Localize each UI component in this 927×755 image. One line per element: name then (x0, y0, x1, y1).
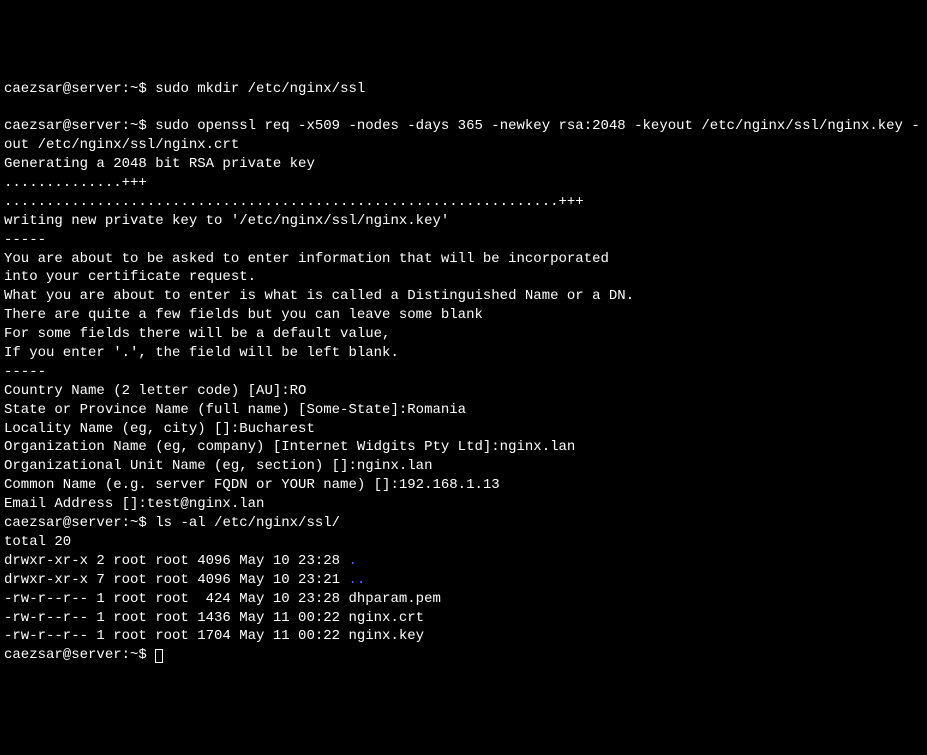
output-line: total 20 (4, 533, 923, 552)
shell-prompt: caezsar@server:~$ (4, 515, 155, 531)
output-line: Organizational Unit Name (eg, section) [… (4, 457, 923, 476)
output-line: ........................................… (4, 193, 923, 212)
shell-prompt: caezsar@server:~$ (4, 81, 155, 97)
shell-prompt: caezsar@server:~$ (4, 118, 155, 134)
command-text: sudo mkdir /etc/nginx/ssl (155, 81, 365, 97)
output-line: Organization Name (eg, company) [Interne… (4, 438, 923, 457)
dir-name: . (348, 553, 356, 569)
ls-row: drwxr-xr-x 7 root root 4096 May 10 23:21… (4, 571, 923, 590)
output-line: Generating a 2048 bit RSA private key (4, 155, 923, 174)
cursor-icon (155, 649, 163, 663)
output-line: Common Name (e.g. server FQDN or YOUR na… (4, 476, 923, 495)
terminal-line: caezsar@server:~$ sudo mkdir /etc/nginx/… (4, 80, 923, 99)
output-line: For some fields there will be a default … (4, 325, 923, 344)
output-line: into your certificate request. (4, 268, 923, 287)
blank-line (4, 98, 923, 117)
ls-row: -rw-r--r-- 1 root root 1436 May 11 00:22… (4, 609, 923, 628)
output-line: Country Name (2 letter code) [AU]:RO (4, 382, 923, 401)
terminal-line: caezsar@server:~$ ls -al /etc/nginx/ssl/ (4, 514, 923, 533)
ls-row: -rw-r--r-- 1 root root 424 May 10 23:28 … (4, 590, 923, 609)
terminal-line: caezsar@server:~$ sudo openssl req -x509… (4, 117, 923, 155)
ls-row: -rw-r--r-- 1 root root 1704 May 11 00:22… (4, 627, 923, 646)
shell-prompt: caezsar@server:~$ (4, 647, 155, 663)
ls-row-perms: drwxr-xr-x 2 root root 4096 May 10 23:28 (4, 553, 348, 569)
output-line: Email Address []:test@nginx.lan (4, 495, 923, 514)
output-line: State or Province Name (full name) [Some… (4, 401, 923, 420)
output-line: Locality Name (eg, city) []:Bucharest (4, 420, 923, 439)
output-line: What you are about to enter is what is c… (4, 287, 923, 306)
dir-name: .. (348, 572, 365, 588)
terminal-window[interactable]: caezsar@server:~$ sudo mkdir /etc/nginx/… (4, 80, 923, 661)
output-line: ----- (4, 363, 923, 382)
ls-row-perms: drwxr-xr-x 7 root root 4096 May 10 23:21 (4, 572, 348, 588)
output-line: writing new private key to '/etc/nginx/s… (4, 212, 923, 231)
output-line: ..............+++ (4, 174, 923, 193)
output-line: You are about to be asked to enter infor… (4, 250, 923, 269)
command-text: ls -al /etc/nginx/ssl/ (155, 515, 340, 531)
output-line: There are quite a few fields but you can… (4, 306, 923, 325)
terminal-line: caezsar@server:~$ (4, 646, 923, 665)
output-line: If you enter '.', the field will be left… (4, 344, 923, 363)
output-line: ----- (4, 231, 923, 250)
ls-row: drwxr-xr-x 2 root root 4096 May 10 23:28… (4, 552, 923, 571)
